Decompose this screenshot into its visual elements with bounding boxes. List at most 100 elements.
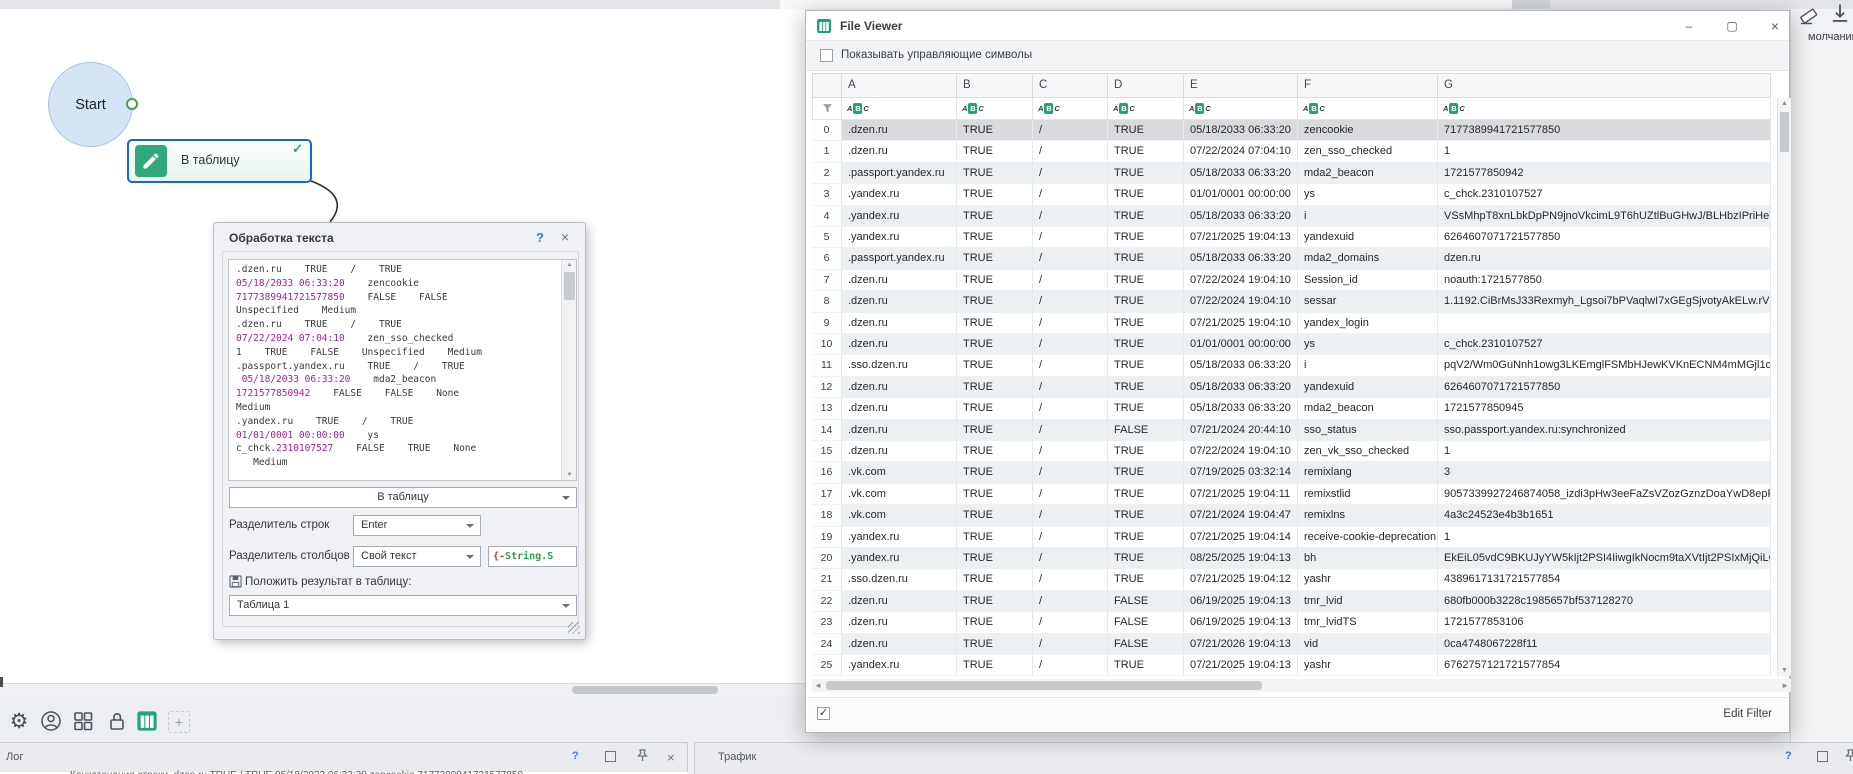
cell[interactable]: tmr_lvid xyxy=(1298,591,1438,612)
edit-filter-button[interactable]: Edit Filter xyxy=(1723,708,1772,720)
cell[interactable]: TRUE xyxy=(1108,462,1184,483)
cell[interactable]: remixstlid xyxy=(1298,484,1438,505)
dialog-text-area[interactable]: .dzen.ru TRUE / TRUE 05/18/2033 06:33:20… xyxy=(228,259,577,481)
add-element-icon[interactable]: + xyxy=(166,709,192,735)
cell[interactable]: 6762757121721577854 xyxy=(1438,655,1771,676)
cell[interactable]: TRUE xyxy=(957,355,1033,376)
cell[interactable]: FALSE xyxy=(1108,420,1184,441)
column-header-D[interactable]: D xyxy=(1108,73,1184,98)
action-block-to-table[interactable]: В таблицу ✓ xyxy=(127,139,312,183)
cell[interactable]: .vk.com xyxy=(842,484,957,505)
cell[interactable]: / xyxy=(1033,291,1108,312)
cell[interactable]: TRUE xyxy=(957,184,1033,205)
cell[interactable]: 6264607071721577850 xyxy=(1438,377,1771,398)
apps-grid-icon[interactable] xyxy=(70,708,96,734)
cell[interactable]: / xyxy=(1033,334,1108,355)
cell[interactable]: TRUE xyxy=(1108,184,1184,205)
pin-download-icon[interactable] xyxy=(1828,2,1852,33)
column-header-F[interactable]: F xyxy=(1298,73,1438,98)
cell[interactable]: pqV2/Wm0GuNnh1owg3LKEmglFSMbHJewKVKnECNM… xyxy=(1438,355,1771,376)
cell[interactable]: TRUE xyxy=(957,462,1033,483)
cell[interactable]: TRUE xyxy=(957,163,1033,184)
scroll-right-icon[interactable]: ► xyxy=(1781,681,1789,690)
cell[interactable]: 4389617131721577854 xyxy=(1438,569,1771,590)
cell[interactable]: .sso.dzen.ru xyxy=(842,355,957,376)
cell[interactable]: c_chck.2310107527 xyxy=(1438,334,1771,355)
cell[interactable]: mda2_beacon xyxy=(1298,163,1438,184)
cell[interactable]: TRUE xyxy=(1108,227,1184,248)
cell[interactable]: 07/21/2024 19:04:47 xyxy=(1184,505,1298,526)
cell[interactable]: .dzen.ru xyxy=(842,441,957,462)
table-row[interactable]: 23.dzen.ruTRUE/FALSE06/19/2025 19:04:13t… xyxy=(812,612,1771,633)
cell[interactable]: 4a3c24523e4b3b1651 xyxy=(1438,505,1771,526)
row-number[interactable]: 5 xyxy=(812,227,842,248)
cell[interactable]: TRUE xyxy=(957,569,1033,590)
row-number[interactable]: 16 xyxy=(812,462,842,483)
cell[interactable]: 01/01/0001 00:00:00 xyxy=(1184,334,1298,355)
cell[interactable]: / xyxy=(1033,441,1108,462)
cell[interactable]: TRUE xyxy=(957,377,1033,398)
cell[interactable]: .dzen.ru xyxy=(842,313,957,334)
cell[interactable]: 05/18/2033 06:33:20 xyxy=(1184,355,1298,376)
filter-cell-F[interactable]: ABC xyxy=(1298,98,1438,120)
table-row[interactable]: 20.yandex.ruTRUE/TRUE08/25/2025 19:04:13… xyxy=(812,548,1771,569)
cell[interactable]: / xyxy=(1033,206,1108,227)
cell[interactable]: TRUE xyxy=(1108,527,1184,548)
cell[interactable]: TRUE xyxy=(957,206,1033,227)
eraser-icon[interactable] xyxy=(1797,5,1819,32)
cell[interactable]: TRUE xyxy=(957,248,1033,269)
table-row[interactable]: 14.dzen.ruTRUE/FALSE07/21/2024 20:44:10s… xyxy=(812,420,1771,441)
table-row[interactable]: 19.yandex.ruTRUE/TRUE07/21/2025 19:04:14… xyxy=(812,527,1771,548)
scrollbar-thumb[interactable] xyxy=(1780,112,1789,152)
cell[interactable]: sso.passport.yandex.ru:synchronized xyxy=(1438,420,1771,441)
table-row[interactable]: 16.vk.comTRUE/TRUE07/19/2025 03:32:14rem… xyxy=(812,462,1771,483)
cell[interactable]: tmr_lvidTS xyxy=(1298,612,1438,633)
cell[interactable]: 07/22/2024 19:04:10 xyxy=(1184,291,1298,312)
cell[interactable]: TRUE xyxy=(1108,334,1184,355)
cell[interactable]: TRUE xyxy=(957,505,1033,526)
cell[interactable]: TRUE xyxy=(957,634,1033,655)
cell[interactable]: .passport.yandex.ru xyxy=(842,248,957,269)
table-row[interactable]: 11.sso.dzen.ruTRUE/TRUE05/18/2033 06:33:… xyxy=(812,355,1771,376)
cell[interactable]: TRUE xyxy=(1108,141,1184,162)
cell[interactable]: noauth:1721577850 xyxy=(1438,270,1771,291)
cell[interactable]: .dzen.ru xyxy=(842,270,957,291)
table-row[interactable]: 9.dzen.ruTRUE/TRUE07/21/2025 19:04:10yan… xyxy=(812,313,1771,334)
cell[interactable]: FALSE xyxy=(1108,591,1184,612)
footer-checkbox[interactable]: ✓ xyxy=(817,707,830,720)
pin-panel-icon[interactable] xyxy=(637,749,648,765)
row-number[interactable]: 6 xyxy=(812,248,842,269)
cell[interactable]: ys xyxy=(1298,334,1438,355)
table-row[interactable]: 12.dzen.ruTRUE/TRUE05/18/2033 06:33:20ya… xyxy=(812,377,1771,398)
row-number[interactable]: 8 xyxy=(812,291,842,312)
cell[interactable]: 05/18/2033 06:33:20 xyxy=(1184,377,1298,398)
scroll-down-icon[interactable]: ▼ xyxy=(562,472,577,478)
cell[interactable]: 1 xyxy=(1438,527,1771,548)
table-row[interactable]: 17.vk.comTRUE/TRUE07/21/2025 19:04:11rem… xyxy=(812,484,1771,505)
filter-cell-C[interactable]: ABC xyxy=(1033,98,1108,120)
table-row[interactable]: 10.dzen.ruTRUE/TRUE01/01/0001 00:00:00ys… xyxy=(812,334,1771,355)
table-row[interactable]: 0.dzen.ruTRUE/TRUE05/18/2033 06:33:20zen… xyxy=(812,120,1771,141)
cell[interactable]: .dzen.ru xyxy=(842,141,957,162)
row-number[interactable]: 17 xyxy=(812,484,842,505)
cell[interactable]: TRUE xyxy=(1108,655,1184,676)
cell[interactable]: / xyxy=(1033,505,1108,526)
cell[interactable]: 0ca4748067228f11 xyxy=(1438,634,1771,655)
table-row[interactable]: 22.dzen.ruTRUE/FALSE06/19/2025 19:04:13t… xyxy=(812,591,1771,612)
cell[interactable]: 06/19/2025 19:04:13 xyxy=(1184,612,1298,633)
cell[interactable]: 07/22/2024 19:04:10 xyxy=(1184,270,1298,291)
cell[interactable]: 06/19/2025 19:04:13 xyxy=(1184,591,1298,612)
scroll-left-icon[interactable]: ◄ xyxy=(814,681,822,690)
dialog-resize-grip[interactable] xyxy=(568,622,580,634)
table-row[interactable]: 24.dzen.ruTRUE/FALSE07/21/2026 19:04:13v… xyxy=(812,634,1771,655)
user-profile-icon[interactable] xyxy=(38,708,64,734)
row-number[interactable]: 20 xyxy=(812,548,842,569)
cell[interactable] xyxy=(1438,313,1771,334)
cell[interactable]: 1721577853106 xyxy=(1438,612,1771,633)
cell[interactable]: 07/21/2026 19:04:13 xyxy=(1184,634,1298,655)
cell[interactable]: / xyxy=(1033,313,1108,334)
column-header-G[interactable]: G xyxy=(1438,73,1771,98)
cell[interactable]: TRUE xyxy=(957,398,1033,419)
cell[interactable]: / xyxy=(1033,462,1108,483)
cell[interactable]: / xyxy=(1033,655,1108,676)
